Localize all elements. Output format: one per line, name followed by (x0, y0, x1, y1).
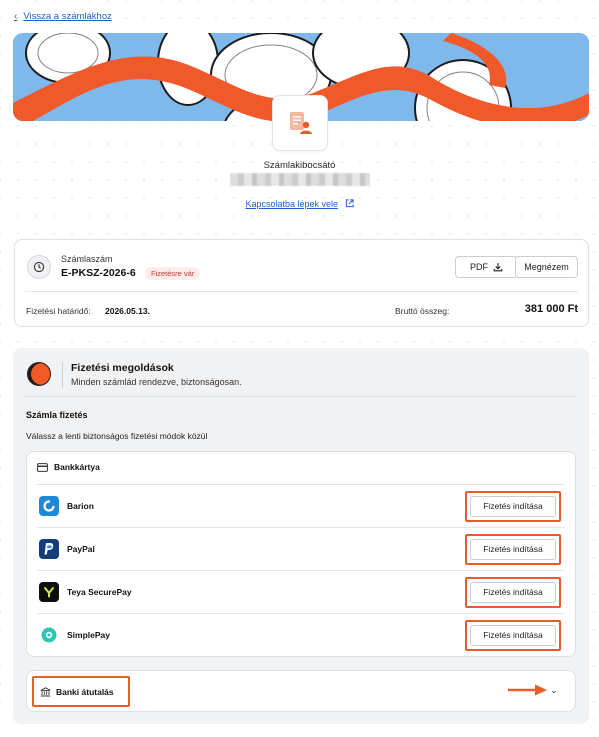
contact-link-label: Kapcsolatba lépek vele (245, 199, 339, 209)
divider (25, 291, 578, 292)
payment-title: Fizetési megoldások (71, 362, 174, 374)
payment-method-barion: Barion Fizetés indítása (37, 484, 565, 527)
start-payment-simplepay-button[interactable]: Fizetés indítása (465, 620, 561, 651)
payment-method-teya: Teya SecurePay Fizetés indítása (37, 570, 565, 613)
start-payment-label: Fizetés indítása (470, 539, 556, 560)
start-payment-label: Fizetés indítása (470, 625, 556, 646)
download-icon (493, 263, 503, 272)
issuer-name-redacted (230, 173, 370, 186)
invoice-number-label: Számlaszám (61, 254, 113, 264)
chevron-left-icon: ‹ (14, 11, 18, 22)
invoice-payment-instructions: Válassz a lenti biztonságos fizetési mód… (26, 431, 208, 441)
contact-issuer-link[interactable]: Kapcsolatba lépek vele (0, 199, 599, 210)
pdf-download-button[interactable]: PDF (455, 256, 518, 278)
bank-transfer-header[interactable]: Banki átutalás (32, 676, 130, 707)
gross-amount-label: Bruttó összeg: (395, 306, 450, 316)
bank-transfer-label: Banki átutalás (56, 686, 114, 697)
divider (25, 396, 577, 397)
card-payment-methods: Bankkártya Barion Fizetés indítása PayPa… (26, 451, 576, 657)
method-name: PayPal (67, 544, 95, 554)
invoice-person-icon (290, 112, 312, 134)
due-date-value: 2026.05.13. (105, 306, 150, 316)
payment-method-paypal: PayPal Fizetés indítása (37, 527, 565, 570)
method-name: SimplePay (67, 630, 110, 640)
status-badge: Fizetésre vár (145, 267, 201, 280)
start-payment-teya-button[interactable]: Fizetés indítása (465, 577, 561, 608)
bank-transfer-accordion[interactable]: Banki átutalás ⌄ (26, 670, 576, 712)
chevron-down-icon[interactable]: ⌄ (550, 685, 558, 696)
payment-brand-icon (27, 362, 51, 386)
payment-options-panel: Fizetési megoldások Minden számlád rende… (13, 348, 589, 724)
clock-icon (27, 255, 51, 279)
due-date-label: Fizetési határidő: (26, 306, 91, 316)
view-invoice-button[interactable]: Megnézem (515, 256, 578, 278)
card-group-header: Bankkártya (37, 462, 100, 472)
teya-logo-icon (39, 582, 59, 602)
payment-subtitle: Minden számlád rendezve, biztonságosan. (71, 377, 242, 387)
bank-icon (40, 686, 51, 696)
method-name: Barion (67, 501, 94, 511)
back-link-label: Vissza a számlákhoz (23, 11, 112, 22)
payment-method-simplepay: SimplePay Fizetés indítása (37, 613, 565, 656)
barion-logo-icon (39, 496, 59, 516)
simplepay-logo-icon (39, 625, 59, 645)
invoice-number: E-PKSZ-2026-6 (61, 267, 136, 279)
start-payment-label: Fizetés indítása (470, 496, 556, 517)
start-payment-paypal-button[interactable]: Fizetés indítása (465, 534, 561, 565)
divider (62, 362, 63, 388)
gross-amount-value: 381 000 Ft (524, 303, 578, 315)
card-group-label: Bankkártya (54, 462, 100, 472)
invoice-payment-heading: Számla fizetés (26, 410, 88, 420)
credit-card-icon (37, 462, 48, 472)
arrow-right-icon (508, 684, 547, 696)
issuer-label: Számlakibocsátó (263, 160, 336, 171)
start-payment-label: Fizetés indítása (470, 582, 556, 603)
external-link-icon (345, 199, 354, 210)
paypal-logo-icon (39, 539, 59, 559)
invoice-summary-card: Számlaszám E-PKSZ-2026-6 Fizetésre vár P… (14, 239, 589, 327)
method-name: Teya SecurePay (67, 587, 132, 597)
start-payment-barion-button[interactable]: Fizetés indítása (465, 491, 561, 522)
back-to-invoices-link[interactable]: ‹ Vissza a számlákhoz (14, 11, 112, 22)
pdf-button-label: PDF (470, 262, 488, 272)
issuer-logo (272, 95, 328, 151)
